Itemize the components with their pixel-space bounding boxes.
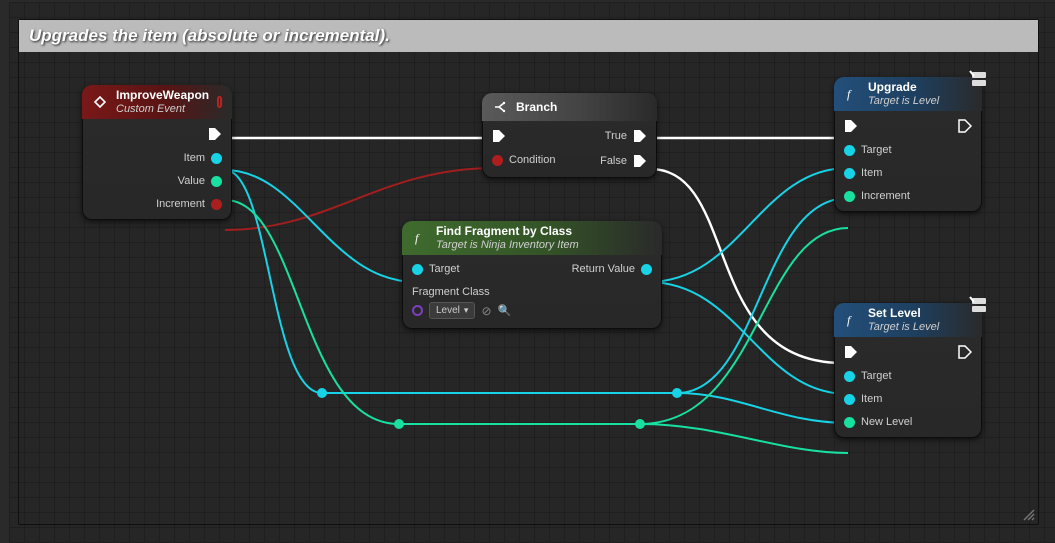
comment-title: Upgrades the item (absolute or increment… <box>29 26 390 46</box>
branch-icon <box>492 99 508 115</box>
pin-item[interactable]: Item <box>156 152 222 164</box>
pin-false[interactable]: False <box>600 154 647 168</box>
left-gutter <box>0 0 9 543</box>
function-icon: f <box>844 312 860 328</box>
pin-true[interactable]: True <box>600 129 647 143</box>
node-subtitle: Target is Ninja Inventory Item <box>436 238 579 252</box>
exec-in-pin[interactable] <box>492 129 555 143</box>
node-set-level[interactable]: f Set Level Target is Level Target Item … <box>834 303 982 438</box>
pin-new-level[interactable]: New Level <box>844 416 912 428</box>
custom-event-icon <box>92 94 108 110</box>
node-branch[interactable]: Branch Condition True False <box>482 93 657 178</box>
exec-out-pin[interactable] <box>958 345 972 359</box>
pin-value[interactable]: Value <box>156 175 222 187</box>
svg-text:f: f <box>847 313 852 327</box>
comment-header[interactable]: Upgrades the item (absolute or increment… <box>19 20 1038 52</box>
node-improve-weapon[interactable]: ImproveWeapon Custom Event Item Value <box>82 85 232 220</box>
exec-in-pin[interactable] <box>844 345 912 359</box>
clear-icon[interactable]: ⊘ <box>481 304 491 318</box>
chevron-down-icon: ▾ <box>464 305 469 316</box>
fragment-class-dropdown[interactable]: Level ▾ <box>429 302 475 319</box>
node-header[interactable]: ImproveWeapon Custom Event <box>82 85 232 119</box>
node-header[interactable]: f Find Fragment by Class Target is Ninja… <box>402 221 662 255</box>
node-find-fragment[interactable]: f Find Fragment by Class Target is Ninja… <box>402 221 662 329</box>
pin-return-value[interactable]: Return Value <box>572 263 652 275</box>
server-badge-icon <box>968 69 990 91</box>
node-header[interactable]: f Upgrade Target is Level <box>834 77 982 111</box>
node-upgrade[interactable]: f Upgrade Target is Level Target Item In… <box>834 77 982 212</box>
pin-item[interactable]: Item <box>844 167 910 179</box>
pin-increment[interactable]: Increment <box>844 190 910 202</box>
exec-in-pin[interactable] <box>844 119 910 133</box>
blueprint-graph[interactable]: Upgrades the item (absolute or increment… <box>0 0 1055 543</box>
pin-fragment-class[interactable] <box>412 305 423 316</box>
resize-grip-icon[interactable] <box>1022 508 1036 522</box>
node-title: Find Fragment by Class <box>436 224 579 238</box>
node-title: Set Level <box>868 306 939 320</box>
exec-out-pin[interactable] <box>958 119 972 133</box>
node-header[interactable]: f Set Level Target is Level <box>834 303 982 337</box>
svg-text:f: f <box>847 87 852 101</box>
pin-target[interactable]: Target <box>844 144 910 156</box>
delegate-pin[interactable] <box>217 96 222 108</box>
pin-increment[interactable]: Increment <box>156 198 222 210</box>
function-icon: f <box>844 86 860 102</box>
top-gutter <box>0 0 1055 2</box>
pin-target[interactable]: Target <box>412 263 511 275</box>
server-badge-icon <box>968 295 990 317</box>
pin-item[interactable]: Item <box>844 393 912 405</box>
node-subtitle: Target is Level <box>868 94 939 108</box>
node-title: Upgrade <box>868 80 939 94</box>
node-subtitle: Target is Level <box>868 320 939 334</box>
function-icon: f <box>412 230 428 246</box>
node-header[interactable]: Branch <box>482 93 657 121</box>
pin-target[interactable]: Target <box>844 370 912 382</box>
browse-icon[interactable]: 🔍 <box>498 304 512 317</box>
node-subtitle: Custom Event <box>116 102 209 116</box>
fragment-class-label: Fragment Class <box>412 286 511 298</box>
exec-out-pin[interactable] <box>156 127 222 141</box>
pin-condition[interactable]: Condition <box>492 154 555 166</box>
svg-text:f: f <box>415 231 420 245</box>
node-title: ImproveWeapon <box>116 88 209 102</box>
node-title: Branch <box>516 100 557 114</box>
